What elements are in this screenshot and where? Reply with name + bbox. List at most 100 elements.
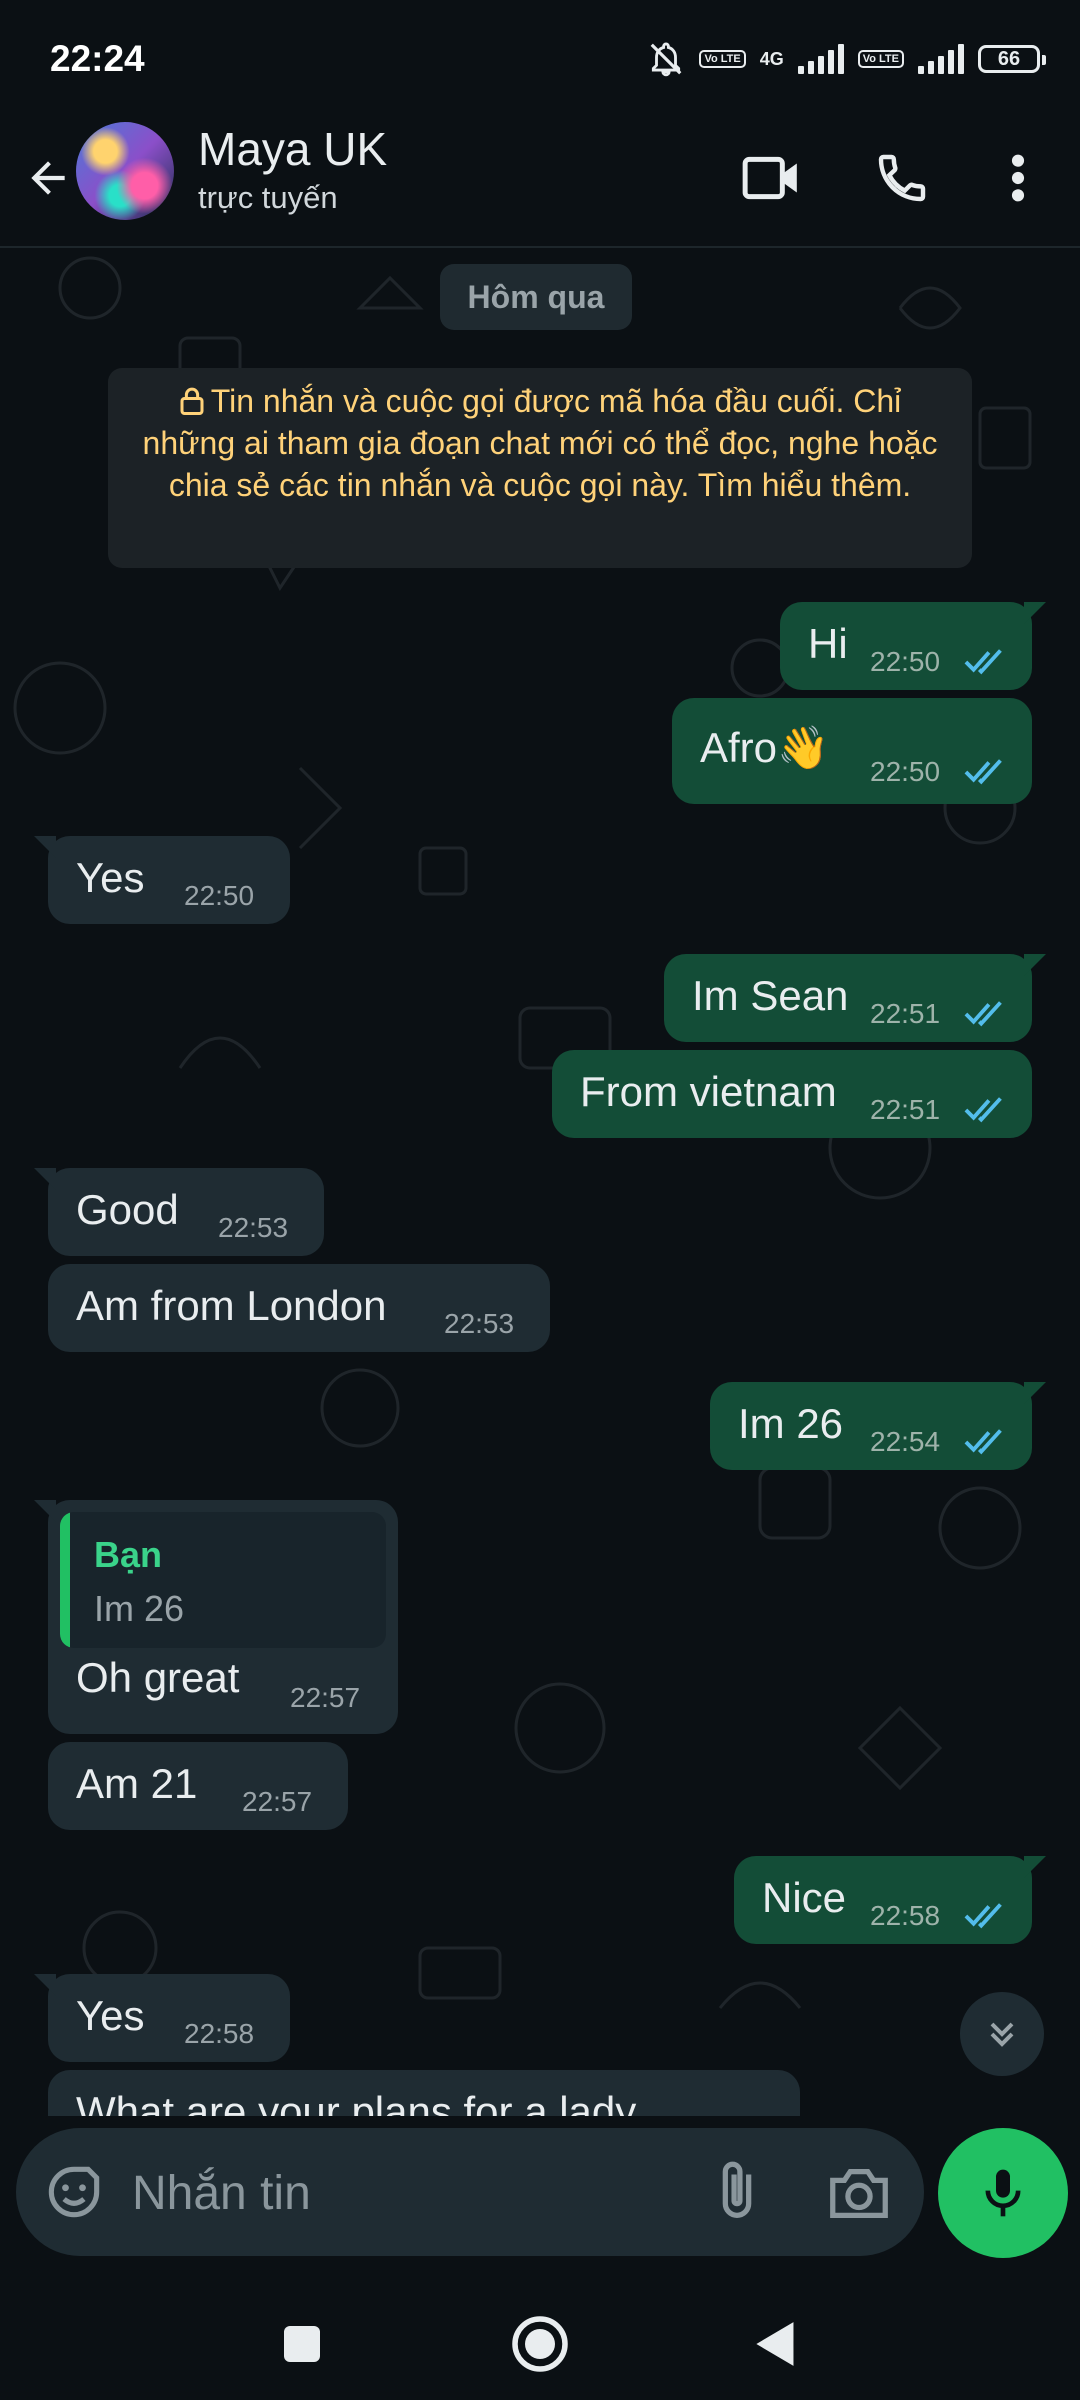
mute-icon bbox=[651, 42, 682, 77]
message-time: 22:51 bbox=[870, 998, 941, 1029]
volte-badge-1: Vo LTE bbox=[699, 50, 746, 68]
sticker-icon[interactable] bbox=[40, 2158, 108, 2226]
message-bubble-incoming[interactable]: Yes 22:50 bbox=[34, 836, 290, 924]
message-text: What are your plans for a lady bbox=[76, 2088, 637, 2116]
message-time: 22:58 bbox=[184, 2018, 255, 2049]
encryption-notice[interactable]: Tin nhắn và cuộc gọi được mã hóa đầu cuố… bbox=[108, 368, 972, 568]
double-check-icon bbox=[964, 1001, 1002, 1027]
message-text: Nice bbox=[762, 1874, 847, 1921]
quoted-message[interactable]: Bạn Im 26 bbox=[60, 1512, 386, 1648]
double-check-icon bbox=[964, 649, 1002, 675]
double-check-icon bbox=[964, 1429, 1002, 1455]
status-icons: Vo LTE 4G Vo LTE 66 bbox=[647, 34, 1046, 84]
message-time: 22:53 bbox=[444, 1308, 515, 1339]
contact-status: trực tuyến bbox=[198, 180, 338, 215]
more-options-button[interactable] bbox=[978, 138, 1058, 218]
phone-icon bbox=[878, 154, 926, 202]
message-time: 22:53 bbox=[218, 1212, 289, 1243]
quote-author: Bạn bbox=[94, 1534, 163, 1575]
message-time: 22:51 bbox=[870, 1094, 941, 1125]
message-bubble-incoming[interactable]: Am from London 22:53 bbox=[48, 1264, 550, 1352]
message-bubble-incoming[interactable]: Yes 22:58 bbox=[34, 1974, 290, 2062]
back-arrow-icon bbox=[31, 161, 65, 195]
double-check-icon bbox=[964, 1903, 1002, 1929]
message-time: 22:58 bbox=[870, 1900, 941, 1931]
scroll-down-icon bbox=[990, 2022, 1014, 2047]
message-text: Am from London bbox=[76, 1282, 387, 1329]
message-bubble-incoming[interactable]: What are your plans for a lady bbox=[48, 2070, 800, 2116]
message-time: 22:57 bbox=[290, 1682, 361, 1713]
video-call-button[interactable] bbox=[732, 138, 812, 218]
message-text: Good bbox=[76, 1186, 179, 1233]
bubble-tail bbox=[34, 1168, 56, 1190]
message-text: Hi bbox=[808, 620, 848, 667]
status-bar: 22:24 Vo LTE 4G Vo LTE 66 bbox=[0, 0, 1080, 110]
message-text: Oh great bbox=[76, 1654, 240, 1701]
network-type: 4G bbox=[759, 49, 784, 69]
signal-icon-1 bbox=[797, 44, 844, 74]
message-time: 22:57 bbox=[242, 1786, 313, 1817]
bubble-tail bbox=[34, 1974, 56, 1996]
message-text: Yes bbox=[76, 1992, 145, 2039]
attach-icon[interactable] bbox=[702, 2156, 772, 2228]
recents-button[interactable] bbox=[262, 2304, 342, 2384]
quote-text: Im 26 bbox=[94, 1588, 185, 1629]
message-time: 22:50 bbox=[870, 756, 941, 787]
message-text: Im Sean bbox=[692, 972, 849, 1019]
system-nav-bar bbox=[0, 2286, 1080, 2400]
voice-call-button[interactable] bbox=[862, 138, 942, 218]
status-time: 22:24 bbox=[50, 38, 145, 79]
message-bubble-outgoing[interactable]: Nice 22:58 bbox=[734, 1856, 1046, 1944]
message-text: Yes bbox=[76, 854, 145, 901]
home-icon bbox=[512, 2316, 568, 2372]
camera-icon[interactable] bbox=[824, 2156, 894, 2228]
battery-icon: 66 bbox=[978, 45, 1046, 73]
more-vert-icon bbox=[1011, 154, 1025, 202]
volte-badge-2: Vo LTE bbox=[857, 50, 904, 68]
double-check-icon bbox=[964, 759, 1002, 785]
bubble-tail bbox=[34, 1500, 56, 1522]
message-text: Im 26 bbox=[738, 1400, 844, 1447]
home-button[interactable] bbox=[500, 2304, 580, 2384]
message-text: Am 21 bbox=[76, 1760, 198, 1807]
bubble-tail bbox=[1024, 1382, 1046, 1404]
mic-icon bbox=[985, 2169, 1021, 2217]
message-bubble-incoming[interactable]: Good 22:53 bbox=[34, 1168, 324, 1256]
message-bubble-outgoing[interactable]: Hi 22:50 bbox=[780, 602, 1046, 690]
signal-icon-2 bbox=[918, 44, 964, 74]
recents-icon bbox=[284, 2326, 320, 2362]
lock-icon bbox=[180, 387, 204, 415]
message-input[interactable]: Nhắn tin bbox=[132, 2166, 311, 2221]
bubble-tail bbox=[1024, 1856, 1046, 1878]
battery-level: 66 bbox=[997, 47, 1021, 70]
message-time: 22:54 bbox=[870, 1426, 941, 1457]
date-chip: Hôm qua bbox=[440, 264, 632, 330]
chat-area[interactable]: Hôm qua Tin nhắn và cuộc gọi được mã hóa… bbox=[0, 248, 1080, 2116]
message-bubble-outgoing[interactable]: From vietnam 22:51 bbox=[552, 1050, 1032, 1138]
double-check-icon bbox=[964, 1097, 1002, 1123]
nav-back-icon bbox=[756, 2322, 794, 2366]
bubble-tail bbox=[34, 836, 56, 858]
chat-header: Maya UK trực tuyến bbox=[0, 110, 1080, 248]
encryption-text: Tin nhắn và cuộc gọi được mã hóa đầu cuố… bbox=[142, 383, 938, 503]
message-bubble-incoming[interactable]: Am 21 22:57 bbox=[48, 1742, 348, 1830]
message-bubble-incoming-reply[interactable]: Bạn Im 26 Oh great 22:57 bbox=[34, 1500, 398, 1734]
voice-message-button[interactable] bbox=[938, 2128, 1068, 2258]
message-bubble-outgoing[interactable]: Afro👋 22:50 bbox=[672, 698, 1032, 804]
message-text: From vietnam bbox=[580, 1068, 837, 1115]
message-input-container[interactable]: Nhắn tin bbox=[16, 2128, 924, 2256]
scroll-to-bottom-button[interactable] bbox=[960, 1992, 1044, 2076]
message-text: Afro👋 bbox=[700, 724, 830, 771]
message-time: 22:50 bbox=[184, 880, 255, 911]
message-time: 22:50 bbox=[870, 646, 941, 677]
message-bubble-outgoing[interactable]: Im Sean 22:51 bbox=[664, 954, 1046, 1042]
contact-name[interactable]: Maya UK bbox=[198, 122, 387, 176]
bubble-tail bbox=[1024, 602, 1046, 624]
nav-back-button[interactable] bbox=[736, 2304, 816, 2384]
video-call-icon bbox=[742, 156, 797, 200]
avatar[interactable] bbox=[76, 122, 174, 220]
back-button[interactable] bbox=[18, 148, 78, 208]
composer-bar: Nhắn tin bbox=[0, 2116, 1080, 2286]
message-bubble-outgoing[interactable]: Im 26 22:54 bbox=[710, 1382, 1046, 1470]
bubble-tail bbox=[1024, 954, 1046, 976]
